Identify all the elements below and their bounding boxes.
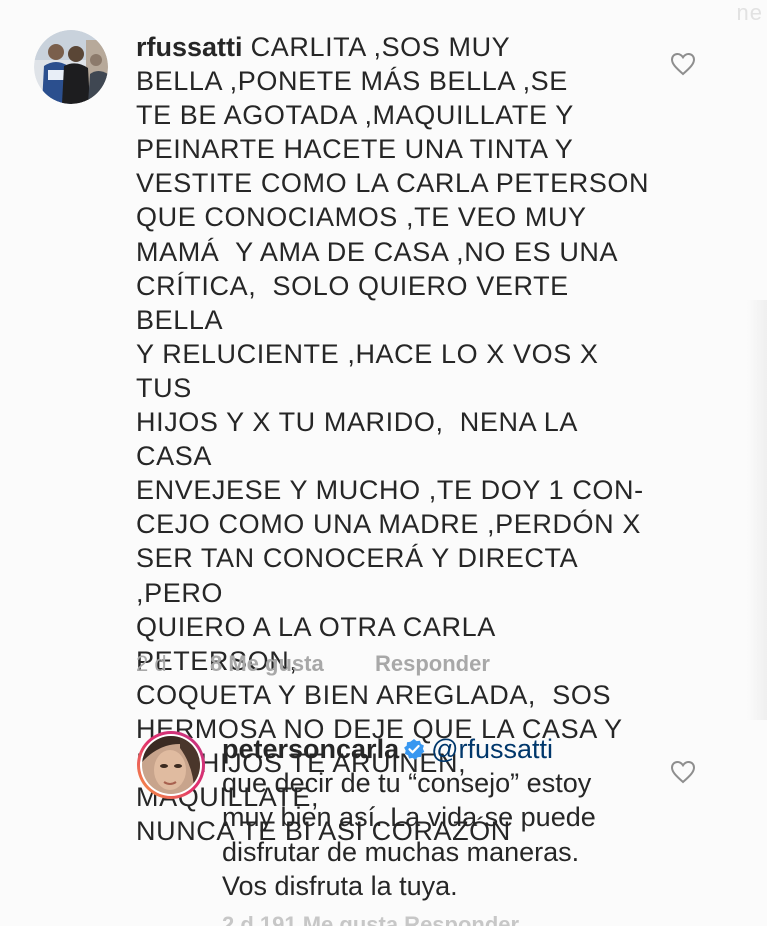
reply-line: que decir de tu “consejo” estoy [222,768,592,799]
comment-line: VESTITE COMO LA CARLA PETERSON [136,168,650,199]
like-comment-button[interactable] [670,52,696,76]
comment-time: 2 d [136,651,167,676]
comment-line: CARLITA ,SOS MUY [250,32,511,62]
comment-line: TE BE AGOTADA ,MAQUILLATE Y [136,100,574,131]
avatar-photo [137,731,205,799]
heart-outline-icon [670,760,696,784]
comment-line: HIJOS Y X TU MARIDO, NENA LA CASA [136,407,585,472]
reply-username[interactable]: petersoncarla [222,734,399,764]
reply-mention-link[interactable]: @rfussatti [431,734,553,764]
comment-line: Y RELUCIENTE ,HACE LO X VOS X TUS [136,338,607,403]
comment-line: CEJO COMO UNA MADRE ,PERDÓN X [136,509,641,540]
reply-line: Vos disfruta la tuya. [222,870,458,901]
comment-likes-link[interactable]: 8 Me gusta [210,651,375,677]
avatar-rfussatti[interactable] [34,30,108,104]
comment-username[interactable]: rfussatti [136,32,243,62]
reply-button[interactable]: Responder [375,651,490,677]
comment-line: CRÍTICA, SOLO QUIERO VERTE BELLA [136,270,577,335]
reply-line: disfrutar de muchas maneras. [222,836,580,867]
reply-line: muy bien así. La vida se puede [222,802,596,833]
comment-line: ENVEJESE Y MUCHO ,TE DOY 1 CON- [136,475,644,506]
side-shadow [747,300,767,720]
heart-outline-icon [670,52,696,76]
comment-body: rfussatti CARLITA ,SOS MUY BELLA ,PONETE… [136,30,656,848]
comment-line: COQUETA Y BIEN AREGLADA, SOS [136,679,612,710]
avatar-photo [34,30,108,104]
comment-line: QUE CONOCIAMOS ,TE VEO MUY [136,202,587,233]
corner-partial-text: ne [736,0,763,25]
comment-line: SER TAN CONOCERÁ Y DIRECTA ,PERO [136,543,585,608]
comment-meta: 2 d 8 Me gusta Responder [136,651,490,677]
reply-meta-cutoff: 2 d 191 Me gusta Responder [222,912,520,926]
reply-body: petersoncarla @rfussatti que decir de tu … [222,732,652,903]
comment-line: BELLA ,PONETE MÁS BELLA ,SE [136,66,568,97]
comment-line: PEINARTE HACETE UNA TINTA Y [136,134,574,165]
like-reply-button[interactable] [670,760,696,784]
instagram-comments-screen: ne rfussatti CARLITA ,SOS MUY BELLA ,PON… [0,0,767,926]
verified-badge-icon [404,739,425,760]
comment-line: MAMÁ Y AMA DE CASA ,NO ES UNA [136,236,619,267]
avatar-petersoncarla[interactable] [136,730,206,800]
